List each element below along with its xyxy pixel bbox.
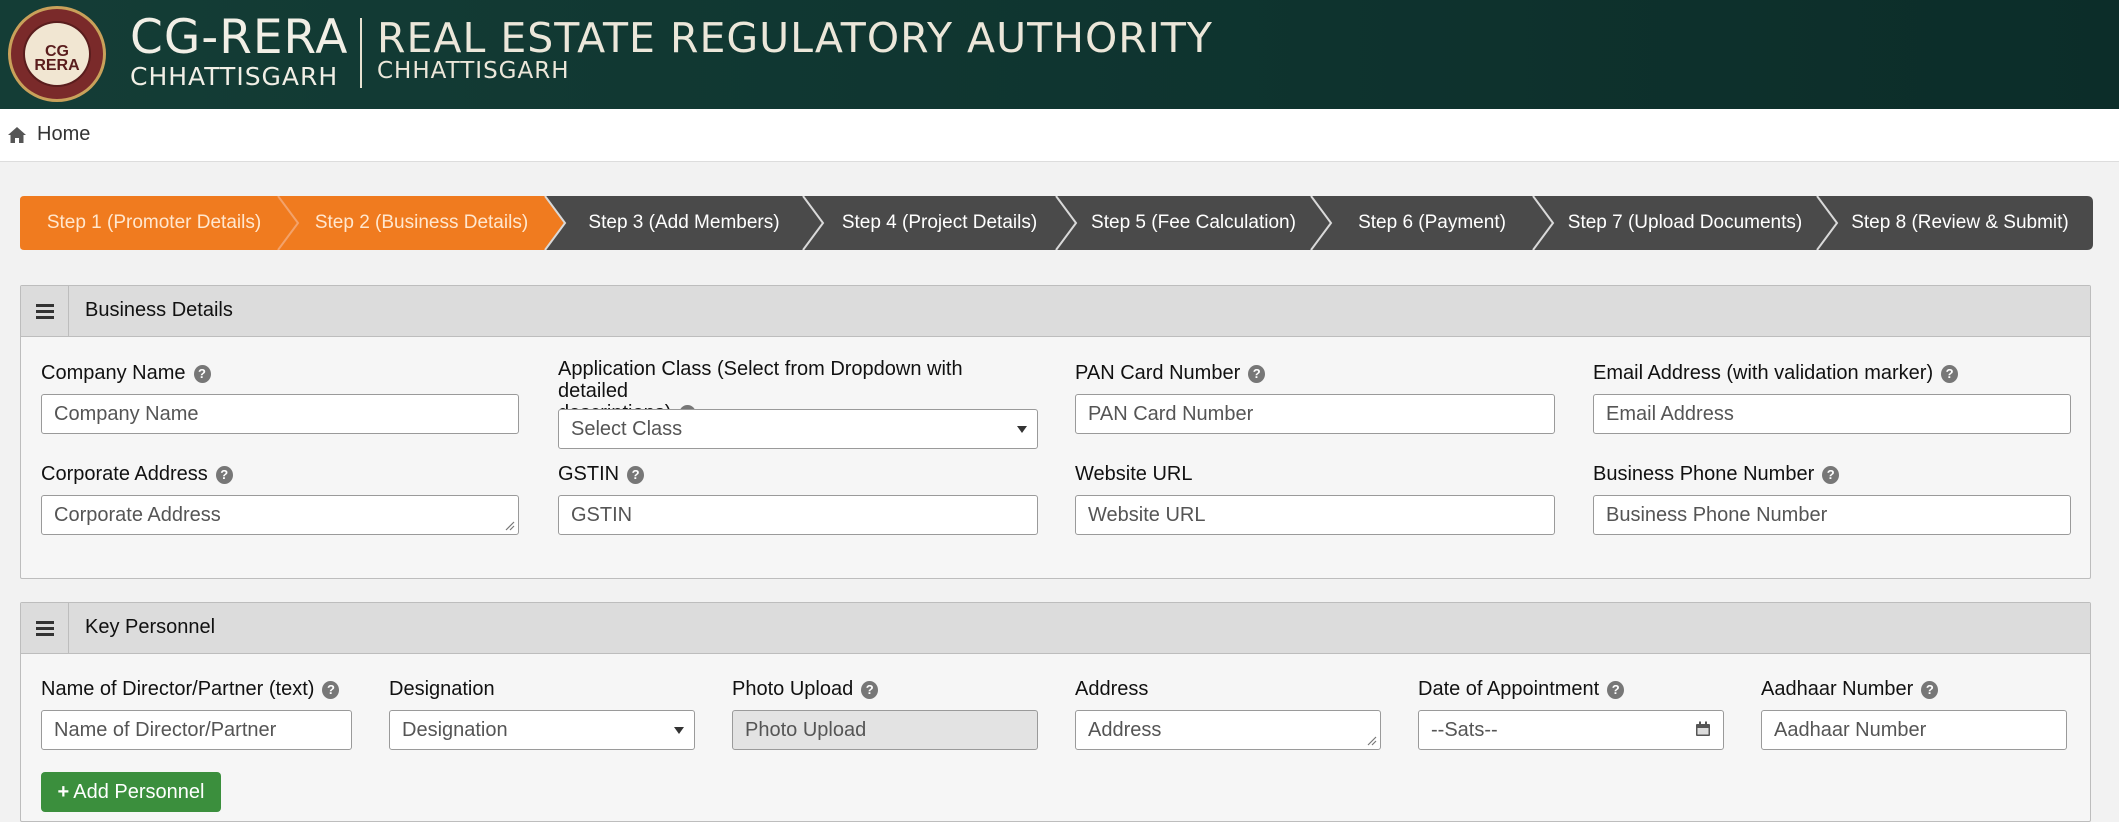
director-label: Name of Director/Partner (text)? (41, 678, 340, 700)
key-personnel-panel: Key Personnel Name of Director/Partner (… (20, 602, 2091, 822)
header-divider (360, 18, 362, 88)
resize-handle-icon[interactable] (505, 521, 515, 531)
gstin-label: GSTIN? (558, 463, 645, 485)
chevron-down-icon (674, 727, 684, 734)
step-6[interactable]: Step 6 (Payment) (1321, 196, 1543, 250)
add-personnel-button[interactable]: + Add Personnel (41, 772, 221, 812)
cg-rera-logo[interactable]: CG RERA (8, 6, 106, 102)
step-7[interactable]: Step 7 (Upload Documents) (1543, 196, 1827, 250)
photo-upload-label: Photo Upload? (732, 678, 879, 700)
menu-icon (36, 304, 54, 307)
director-input[interactable]: Name of Director/Partner (41, 710, 352, 750)
website-input[interactable]: Website URL (1075, 495, 1555, 535)
application-class-select[interactable]: Select Class (558, 409, 1038, 449)
designation-label: Designation (389, 678, 495, 700)
photo-upload-input[interactable]: Photo Upload (732, 710, 1038, 750)
step-wizard: Step 1 (Promoter Details) Step 2 (Busine… (20, 196, 2093, 250)
help-icon[interactable]: ? (1941, 365, 1959, 383)
authority-subtitle: CHHATTISGARH (377, 58, 570, 84)
menu-icon (36, 621, 54, 624)
address-textarea[interactable]: Address (1075, 710, 1381, 750)
help-icon[interactable]: ? (322, 681, 340, 699)
step-2[interactable]: Step 2 (Business Details) (288, 196, 555, 250)
business-details-panel: Business Details Company Name? Company N… (20, 285, 2091, 579)
step-3[interactable]: Step 3 (Add Members) (555, 196, 813, 250)
site-header: CG RERA CG-RERA CHHATTISGARH REAL ESTATE… (0, 0, 2119, 109)
appointment-date-input[interactable]: --Sats-- (1418, 710, 1724, 750)
business-phone-label: Business Phone Number? (1593, 463, 1840, 485)
brand-name: CG-RERA (130, 10, 349, 65)
personnel-menu-button[interactable] (21, 603, 69, 653)
corporate-address-label: Corporate Address? (41, 463, 233, 485)
step-8[interactable]: Step 8 (Review & Submit) (1827, 196, 2093, 250)
help-icon[interactable]: ? (193, 365, 211, 383)
corporate-address-textarea[interactable]: Corporate Address (41, 495, 519, 535)
pan-input[interactable]: PAN Card Number (1075, 394, 1555, 434)
business-details-header: Business Details (21, 286, 2090, 337)
authority-title: REAL ESTATE REGULATORY AUTHORITY (377, 14, 1213, 62)
address-label: Address (1075, 678, 1149, 700)
breadcrumb: Home (0, 109, 2119, 162)
step-5[interactable]: Step 5 (Fee Calculation) (1066, 196, 1321, 250)
resize-handle-icon[interactable] (1367, 736, 1377, 746)
appointment-date-label: Date of Appointment? (1418, 678, 1625, 700)
chevron-down-icon (1017, 426, 1027, 433)
step-4[interactable]: Step 4 (Project Details) (813, 196, 1066, 250)
help-icon[interactable]: ? (215, 466, 233, 484)
logo-text: CG RERA (34, 43, 80, 74)
company-name-label: Company Name? (41, 362, 211, 384)
aadhaar-label: Aadhaar Number? (1761, 678, 1939, 700)
pan-label: PAN Card Number? (1075, 362, 1266, 384)
company-name-input[interactable]: Company Name (41, 394, 519, 434)
aadhaar-input[interactable]: Aadhaar Number (1761, 710, 2067, 750)
email-input[interactable]: Email Address (1593, 394, 2071, 434)
website-label: Website URL (1075, 463, 1193, 485)
designation-select[interactable]: Designation (389, 710, 695, 750)
step-1[interactable]: Step 1 (Promoter Details) (20, 196, 288, 250)
application-class-value: Select Class (571, 418, 683, 440)
calendar-icon[interactable] (1695, 721, 1711, 737)
key-personnel-title: Key Personnel (85, 616, 216, 638)
help-icon[interactable]: ? (1607, 681, 1625, 699)
help-icon[interactable]: ? (1921, 681, 1939, 699)
help-icon[interactable]: ? (627, 466, 645, 484)
help-icon[interactable]: ? (861, 681, 879, 699)
gstin-input[interactable]: GSTIN (558, 495, 1038, 535)
key-personnel-header: Key Personnel (21, 603, 2090, 654)
email-label: Email Address (with validation marker)? (1593, 362, 1959, 384)
help-icon[interactable]: ? (1822, 466, 1840, 484)
business-phone-input[interactable]: Business Phone Number (1593, 495, 2071, 535)
business-details-title: Business Details (85, 299, 233, 321)
business-menu-button[interactable] (21, 286, 69, 336)
brand-state: CHHATTISGARH (130, 62, 339, 91)
help-icon[interactable]: ? (1248, 365, 1266, 383)
breadcrumb-home-link[interactable]: Home (37, 123, 90, 146)
home-icon[interactable] (7, 125, 27, 145)
